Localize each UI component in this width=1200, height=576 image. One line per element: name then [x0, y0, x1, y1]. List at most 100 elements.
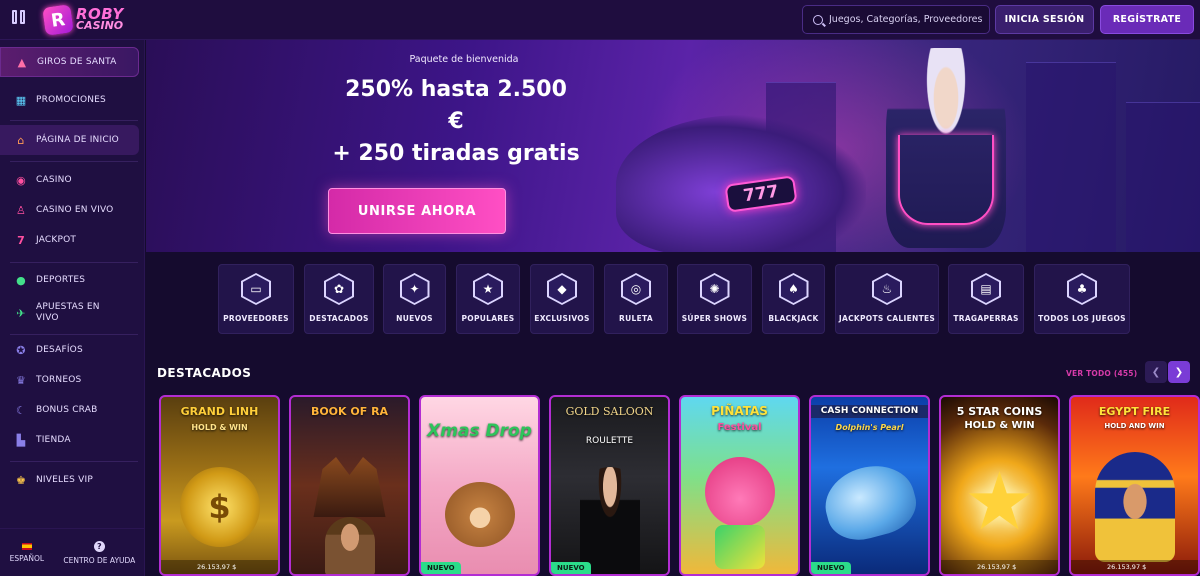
category-label: BLACKJACK	[768, 314, 819, 323]
folder-icon: ▭	[241, 273, 271, 305]
sidebar-item-bonus-crab[interactable]: ☾ BONUS CRAB	[0, 395, 139, 425]
game-subtitle: ROULETTE	[585, 436, 634, 446]
seven-icon: 7	[17, 233, 25, 247]
gold-coin-icon: $	[179, 467, 260, 547]
category-label: TRAGAPERRAS	[953, 314, 1019, 323]
sidebar-item-giros-de-santa[interactable]: ▲ GIROS DE SANTA	[0, 47, 139, 77]
game-title: GRAND LINH	[180, 405, 259, 418]
sidebar-item-desafios[interactable]: ✪ DESAFÍOS	[0, 335, 139, 365]
sidebar-item-label: CASINO EN VIVO	[36, 204, 114, 215]
game-card-book-of-ra[interactable]: BOOK OF RA	[289, 395, 410, 576]
category-proveedores[interactable]: ▭ PROVEEDORES	[218, 264, 294, 334]
logo-badge-icon: R	[42, 4, 74, 36]
badge-icon: ✿	[324, 273, 354, 305]
spain-flag-icon	[21, 542, 32, 550]
game-title: EGYPT FIRE	[1098, 405, 1171, 418]
pharaoh-illustration	[1094, 452, 1175, 562]
category-populares[interactable]: ★ POPULARES	[456, 264, 520, 334]
game-title: CASH CONNECTION	[811, 405, 928, 418]
sidebar-item-label: JACKPOT	[36, 234, 77, 245]
hero-title: 250% hasta 2.500 € + 250 tiradas gratis	[296, 74, 616, 170]
language-selector[interactable]: ESPAÑOL	[10, 542, 44, 563]
hero-title-line1: 250% hasta 2.500	[345, 77, 567, 102]
game-card-5-star-coins[interactable]: 5 STAR COINS HOLD & WIN ★ 26.153,97 $	[939, 395, 1060, 576]
category-ruleta[interactable]: ◎ RULETA	[604, 264, 668, 334]
dealer-illustration	[579, 467, 640, 574]
search-box[interactable]	[802, 5, 990, 34]
sidebar-footer: ESPAÑOL ? CENTRO DE AYUDA	[0, 528, 145, 576]
sidebar-item-niveles-vip[interactable]: ♚ NIVELES VIP	[0, 465, 139, 495]
hero-banner[interactable]: 777 Paquete de bienvenida 250% hasta 2.5…	[146, 40, 1200, 252]
sidebar-item-label: CASINO	[36, 174, 72, 185]
category-destacados[interactable]: ✿ DESTACADOS	[304, 264, 374, 334]
category-tragaperras[interactable]: ▤ TRAGAPERRAS	[948, 264, 1024, 334]
sidebar: ▲ GIROS DE SANTA ▦ PROMOCIONES ⌂ PÁGINA …	[0, 40, 145, 576]
sidebar-item-casino-en-vivo[interactable]: ♙ CASINO EN VIVO	[0, 195, 139, 225]
sidebar-item-label: PROMOCIONES	[36, 94, 106, 105]
game-card-pinatas-festival[interactable]: PIÑATAS Festival	[679, 395, 800, 576]
carousel-prev-button[interactable]: ❮	[1145, 361, 1167, 383]
search-input[interactable]	[829, 14, 989, 25]
home-icon: ⌂	[17, 133, 25, 147]
category-nuevos[interactable]: ✦ NUEVOS	[383, 264, 446, 334]
category-super-shows[interactable]: ✺ SÚPER SHOWS	[677, 264, 752, 334]
donkey-pinata-illustration	[714, 525, 765, 569]
sidebar-item-torneos[interactable]: ♛ TORNEOS	[0, 365, 139, 395]
game-subtitle: HOLD & WIN	[964, 420, 1035, 431]
game-title: GOLD SALOON	[565, 405, 654, 418]
sidebar-item-promociones[interactable]: ▦ PROMOCIONES	[0, 85, 139, 115]
see-all-link[interactable]: VER TODO (455)	[1066, 369, 1137, 378]
category-label: JACKPOTS CALIENTES	[838, 314, 936, 323]
hero-title-line3: + 250 tiradas gratis	[332, 141, 580, 166]
flame-icon: ♨	[872, 273, 902, 305]
jackpot-amount: 26.153,97 $	[161, 560, 278, 574]
logo-text-line2: CASINO	[76, 19, 124, 32]
game-subtitle: Dolphin's Pearl	[835, 423, 904, 432]
sidebar-item-pagina-de-inicio[interactable]: ⌂ PÁGINA DE INICIO	[0, 125, 139, 155]
menu-toggle-icon[interactable]	[12, 10, 32, 28]
category-label: EXCLUSIVOS	[534, 314, 590, 323]
cherry-icon: ♣	[1067, 273, 1097, 305]
register-button[interactable]: REGÍSTRATE	[1100, 5, 1194, 34]
join-now-button[interactable]: UNIRSE AHORA	[328, 188, 506, 234]
sidebar-item-label: APUESTAS EN VIVO	[36, 302, 100, 323]
category-label: RULETA	[619, 314, 653, 323]
sidebar-item-tienda[interactable]: ▙ TIENDA	[0, 425, 139, 455]
chevron-right-icon: ❯	[1174, 366, 1184, 378]
category-blackjack[interactable]: ♠ BLACKJACK	[762, 264, 825, 334]
category-label: NUEVOS	[396, 314, 433, 323]
category-jackpots-calientes[interactable]: ♨ JACKPOTS CALIENTES	[835, 264, 939, 334]
game-card-cash-connection[interactable]: CASH CONNECTION Dolphin's Pearl NUEVO	[809, 395, 930, 576]
category-exclusivos[interactable]: ◆ EXCLUSIVOS	[530, 264, 594, 334]
sidebar-item-jackpot[interactable]: 7 JACKPOT	[0, 225, 139, 255]
category-label: PROVEEDORES	[223, 314, 289, 323]
top-bar: R ROBY CASINO INICIA SESIÓN REGÍSTRATE	[0, 0, 1200, 40]
carousel-next-button[interactable]: ❯	[1168, 361, 1190, 383]
game-card-egypt-fire[interactable]: EGYPT FIRE HOLD AND WIN 26.153,97 $	[1069, 395, 1200, 576]
dolphin-illustration	[816, 456, 923, 548]
sidebar-item-casino[interactable]: ◉ CASINO	[0, 165, 139, 195]
category-label: DESTACADOS	[309, 314, 369, 323]
chevron-left-icon: ❮	[1151, 366, 1161, 378]
divider	[10, 161, 138, 162]
sidebar-item-label: DESAFÍOS	[36, 344, 83, 355]
diamond-icon: ◆	[547, 273, 577, 305]
ball-icon: ●	[16, 273, 26, 287]
login-button[interactable]: INICIA SESIÓN	[995, 5, 1094, 34]
medal-icon: ✪	[16, 343, 26, 357]
logo[interactable]: R ROBY CASINO	[42, 4, 124, 36]
sidebar-item-apuestas-en-vivo[interactable]: ✈ APUESTAS EN VIVO	[0, 295, 139, 331]
category-todos-los-juegos[interactable]: ♣ TODOS LOS JUEGOS	[1034, 264, 1130, 334]
game-card-grand-linh[interactable]: GRAND LINH HOLD & WIN $ 26.153,97 $	[159, 395, 280, 576]
hero-eyebrow: Paquete de bienvenida	[409, 54, 519, 65]
game-card-xmas-drop[interactable]: Xmas Drop NUEVO	[419, 395, 540, 576]
sidebar-item-label: TIENDA	[36, 434, 71, 445]
crown-icon: ♚	[15, 473, 27, 487]
live-icon: ♙	[15, 203, 27, 217]
sidebar-item-deportes[interactable]: ● DEPORTES	[0, 265, 139, 295]
slot-icon: ▤	[971, 273, 1001, 305]
help-center-link[interactable]: ? CENTRO DE AYUDA	[63, 540, 135, 565]
tree-icon: ▲	[17, 55, 27, 69]
star-icon: ★	[963, 455, 1036, 548]
game-card-gold-saloon[interactable]: GOLD SALOON ROULETTE NUEVO	[549, 395, 670, 576]
